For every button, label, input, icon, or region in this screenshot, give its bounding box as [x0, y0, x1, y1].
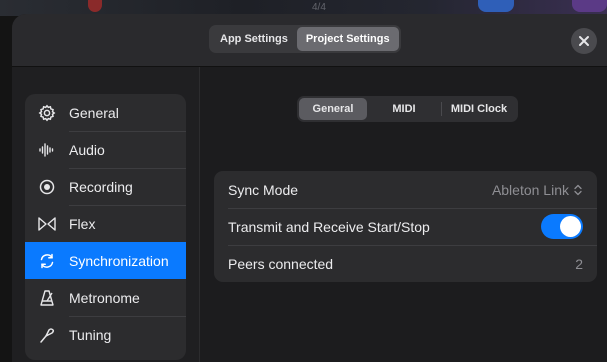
peers-connected-label: Peers connected [228, 255, 334, 272]
tab-app-settings[interactable]: App Settings [211, 27, 297, 51]
sidebar-pane: General Audio Recording Flex Synchroniza… [12, 67, 200, 362]
sidebar-item-tuning[interactable]: Tuning [25, 316, 186, 353]
background-blob-red [88, 0, 102, 12]
tab-project-settings[interactable]: Project Settings [296, 27, 399, 51]
gear-icon [37, 103, 57, 123]
sidebar-item-metronome[interactable]: Metronome [25, 279, 186, 316]
sync-mode-row[interactable]: Sync Mode Ableton Link [214, 171, 597, 208]
transmit-start-stop-row: Transmit and Receive Start/Stop [214, 208, 597, 245]
sidebar: General Audio Recording Flex Synchroniza… [25, 94, 186, 360]
sidebar-item-label: Metronome [69, 289, 140, 306]
subtab-general[interactable]: General [299, 98, 367, 120]
sync-mode-select[interactable]: Ableton Link [492, 182, 583, 198]
sidebar-item-synchronization[interactable]: Synchronization [25, 242, 186, 279]
sync-mode-label: Sync Mode [228, 181, 299, 198]
metronome-icon [37, 288, 57, 308]
chevron-up-down-icon [574, 184, 582, 195]
sidebar-item-label: Synchronization [69, 252, 169, 269]
settings-window: App Settings Project Settings General Au… [12, 14, 607, 362]
background-blob-blue [478, 0, 514, 12]
transmit-start-stop-label: Transmit and Receive Start/Stop [228, 218, 430, 235]
close-icon [579, 36, 589, 46]
settings-scope-segmented-control: App Settings Project Settings [209, 25, 401, 53]
peers-connected-count: 2 [575, 255, 583, 272]
background-ghost-text: 4/4 [312, 2, 326, 13]
sidebar-item-label: Flex [69, 215, 96, 232]
sync-icon [37, 251, 57, 271]
record-icon [37, 177, 57, 197]
subtab-midi-clock[interactable]: MIDI Clock [442, 98, 516, 120]
sidebar-item-label: Audio [69, 141, 105, 158]
sync-settings-card: Sync Mode Ableton Link Transmit and Rece… [214, 171, 597, 282]
sidebar-item-recording[interactable]: Recording [25, 168, 186, 205]
close-button[interactable] [571, 28, 597, 54]
background-blob-purple [572, 0, 607, 12]
toggle-knob [560, 216, 581, 237]
transmit-start-stop-toggle[interactable] [541, 214, 583, 239]
sidebar-item-general[interactable]: General [25, 94, 186, 131]
sidebar-item-label: General [69, 104, 119, 121]
flex-icon [37, 214, 57, 234]
waveform-icon [37, 140, 57, 160]
sidebar-item-label: Tuning [69, 326, 112, 343]
peers-connected-row: Peers connected 2 [214, 245, 597, 282]
synchronization-pane: General MIDI MIDI Clock Sync Mode Ableto… [200, 67, 607, 362]
sidebar-item-label: Recording [69, 178, 133, 195]
sync-subtab-segmented-control: General MIDI MIDI Clock [297, 96, 518, 122]
sidebar-item-flex[interactable]: Flex [25, 205, 186, 242]
settings-header: App Settings Project Settings [12, 14, 607, 67]
sidebar-item-audio[interactable]: Audio [25, 131, 186, 168]
subtab-midi[interactable]: MIDI [367, 98, 441, 120]
tuning-fork-icon [37, 325, 57, 345]
sync-mode-value: Ableton Link [491, 181, 569, 198]
